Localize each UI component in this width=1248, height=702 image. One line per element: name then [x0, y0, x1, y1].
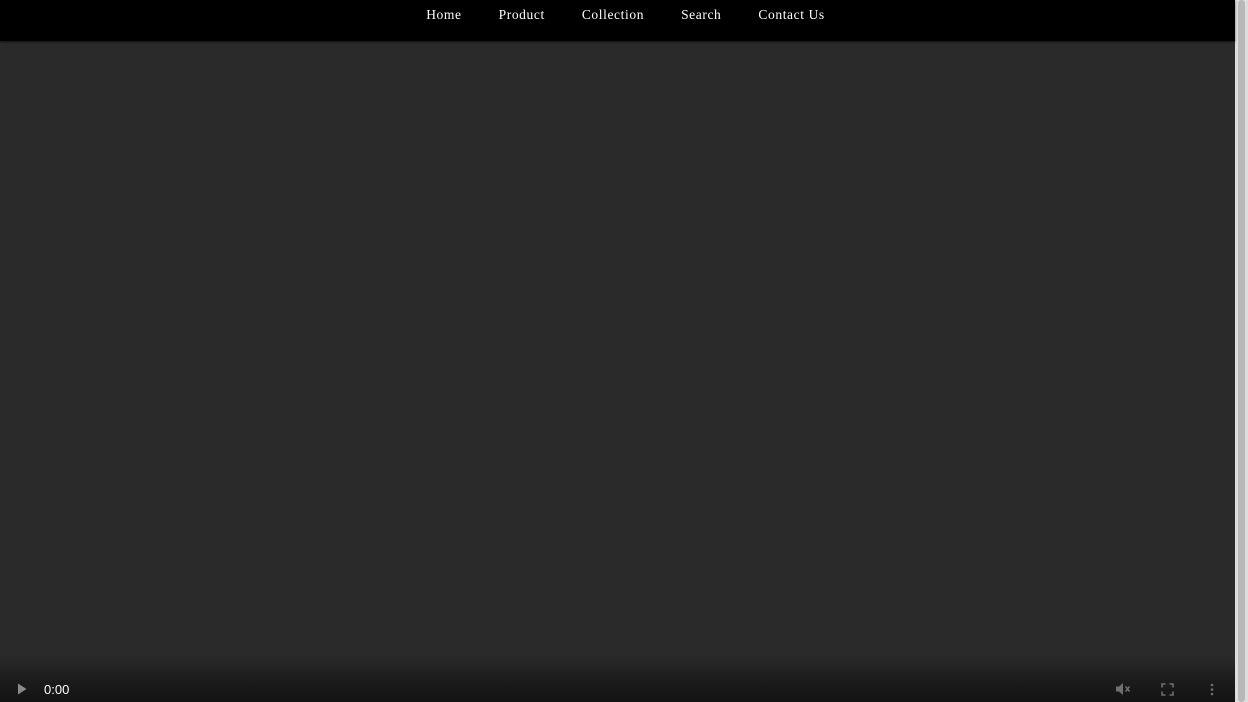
volume-muted-icon [1116, 683, 1131, 695]
nav-menu: Home Product Collection Search Contact U… [392, 7, 844, 23]
nav-item-home[interactable]: Home [408, 7, 480, 23]
top-navigation: Home Product Collection Search Contact U… [0, 0, 1235, 41]
fullscreen-icon [1160, 682, 1174, 696]
nav-item-product[interactable]: Product [480, 7, 563, 23]
nav-item-contact-us[interactable]: Contact Us [740, 7, 843, 23]
page-content: Home Product Collection Search Contact U… [0, 0, 1235, 702]
video-current-time: 0:00 [44, 682, 70, 697]
nav-item-search[interactable]: Search [663, 7, 740, 23]
video-controls: 0:00 [0, 656, 1235, 702]
mute-button[interactable] [1114, 681, 1132, 697]
vertical-scrollbar[interactable] [1235, 0, 1248, 702]
page: Home Product Collection Search Contact U… [0, 0, 1248, 702]
nav-item-collection[interactable]: Collection [563, 7, 662, 23]
play-button[interactable] [13, 681, 31, 697]
more-vertical-icon [1210, 683, 1214, 695]
video-player[interactable]: 0:00 [0, 41, 1235, 702]
fullscreen-button[interactable] [1158, 681, 1176, 697]
play-icon [18, 683, 27, 695]
more-options-button[interactable] [1203, 681, 1221, 697]
scrollbar-thumb[interactable] [1238, 0, 1245, 702]
